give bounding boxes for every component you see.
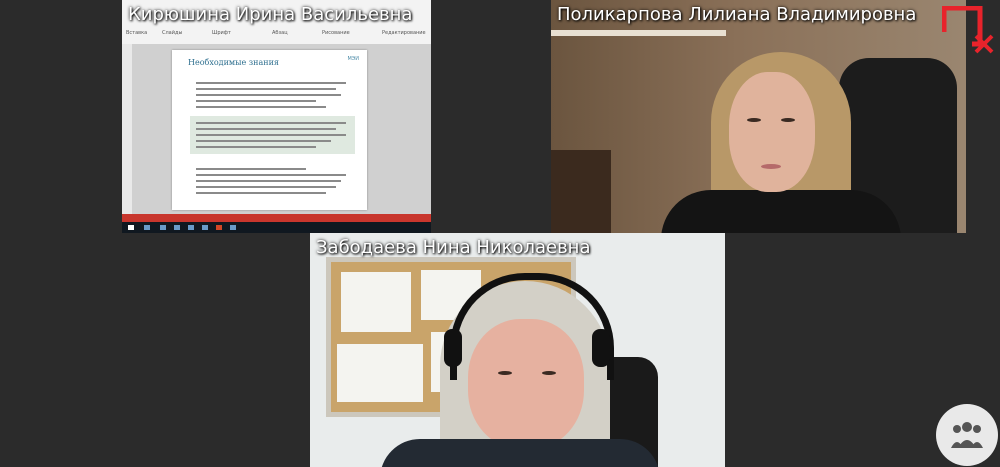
slide-thumbnails: [122, 44, 132, 214]
leave-button[interactable]: [941, 5, 994, 58]
participant-tile-1[interactable]: Вставка Слайды Шрифт Абзац Рисование Ред…: [122, 0, 431, 233]
slide: Необходимые знания МЭИ: [172, 50, 367, 210]
exit-icon: [941, 5, 994, 54]
participants-icon: [951, 422, 983, 448]
participant-name: Поликарпова Лилиана Владимировна: [557, 4, 917, 25]
slide-canvas: Необходимые знания МЭИ: [132, 44, 431, 214]
participant-name: Забодаева Нина Николаевна: [316, 237, 591, 258]
participant-video: [729, 72, 815, 192]
slide-title: Необходимые знания: [188, 58, 279, 67]
powerpoint-status-bar: [122, 214, 431, 222]
windows-taskbar: [122, 222, 431, 233]
participant-tile-2[interactable]: Поликарпова Лилиана Владимировна: [551, 0, 966, 233]
participant-name: Кирюшина Ирина Васильевна: [128, 4, 413, 25]
participants-button[interactable]: [936, 404, 998, 466]
slide-logo: МЭИ: [347, 56, 359, 62]
participant-tile-3[interactable]: Забодаева Нина Николаевна: [310, 233, 725, 467]
